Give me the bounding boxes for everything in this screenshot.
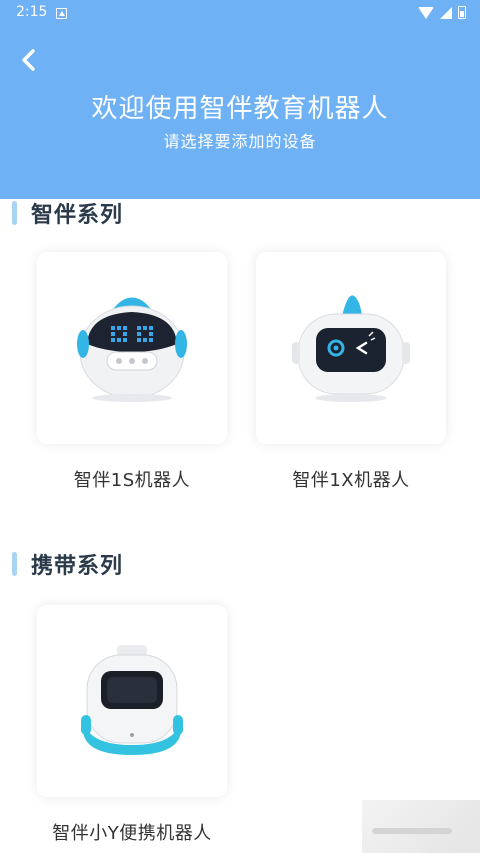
- section-title: 智伴系列: [31, 203, 124, 228]
- device-label-1s: 智伴1S机器人: [73, 470, 191, 491]
- device-card-1x[interactable]: [256, 252, 446, 444]
- status-icons: [418, 6, 466, 19]
- wifi-icon: [418, 6, 434, 19]
- page-title: 欢迎使用智伴教育机器人: [91, 94, 389, 124]
- device-card-1s[interactable]: [37, 252, 227, 444]
- signal-icon: [440, 6, 452, 19]
- robot-1s-image: [77, 297, 187, 402]
- battery-icon: [458, 6, 466, 19]
- device-label-little-y: 智伴小Y便携机器人: [52, 823, 212, 844]
- device-label-1x: 智伴1X机器人: [292, 470, 410, 491]
- status-bar: 2:15: [0, 0, 480, 28]
- status-time: 2:15: [16, 4, 48, 20]
- device-card-little-y[interactable]: [37, 605, 227, 797]
- section-header-zhiban: 智伴系列: [12, 197, 123, 229]
- section-title: 携带系列: [31, 554, 124, 579]
- section-accent-bar: [12, 201, 17, 225]
- robot-little-y-image: [81, 645, 183, 755]
- watermark-overlay: [362, 800, 480, 853]
- page-subtitle: 请选择要添加的设备: [163, 132, 317, 151]
- section-accent-bar: [12, 552, 17, 576]
- notification-a-icon: [56, 8, 67, 19]
- robot-1x-image: [292, 295, 410, 402]
- chevron-left-icon: [22, 49, 35, 71]
- back-button[interactable]: [14, 46, 44, 76]
- app-header: 2:15 欢迎使用智伴教育机器人 请选择要添加的设备: [0, 0, 480, 199]
- section-header-portable: 携带系列: [12, 548, 123, 580]
